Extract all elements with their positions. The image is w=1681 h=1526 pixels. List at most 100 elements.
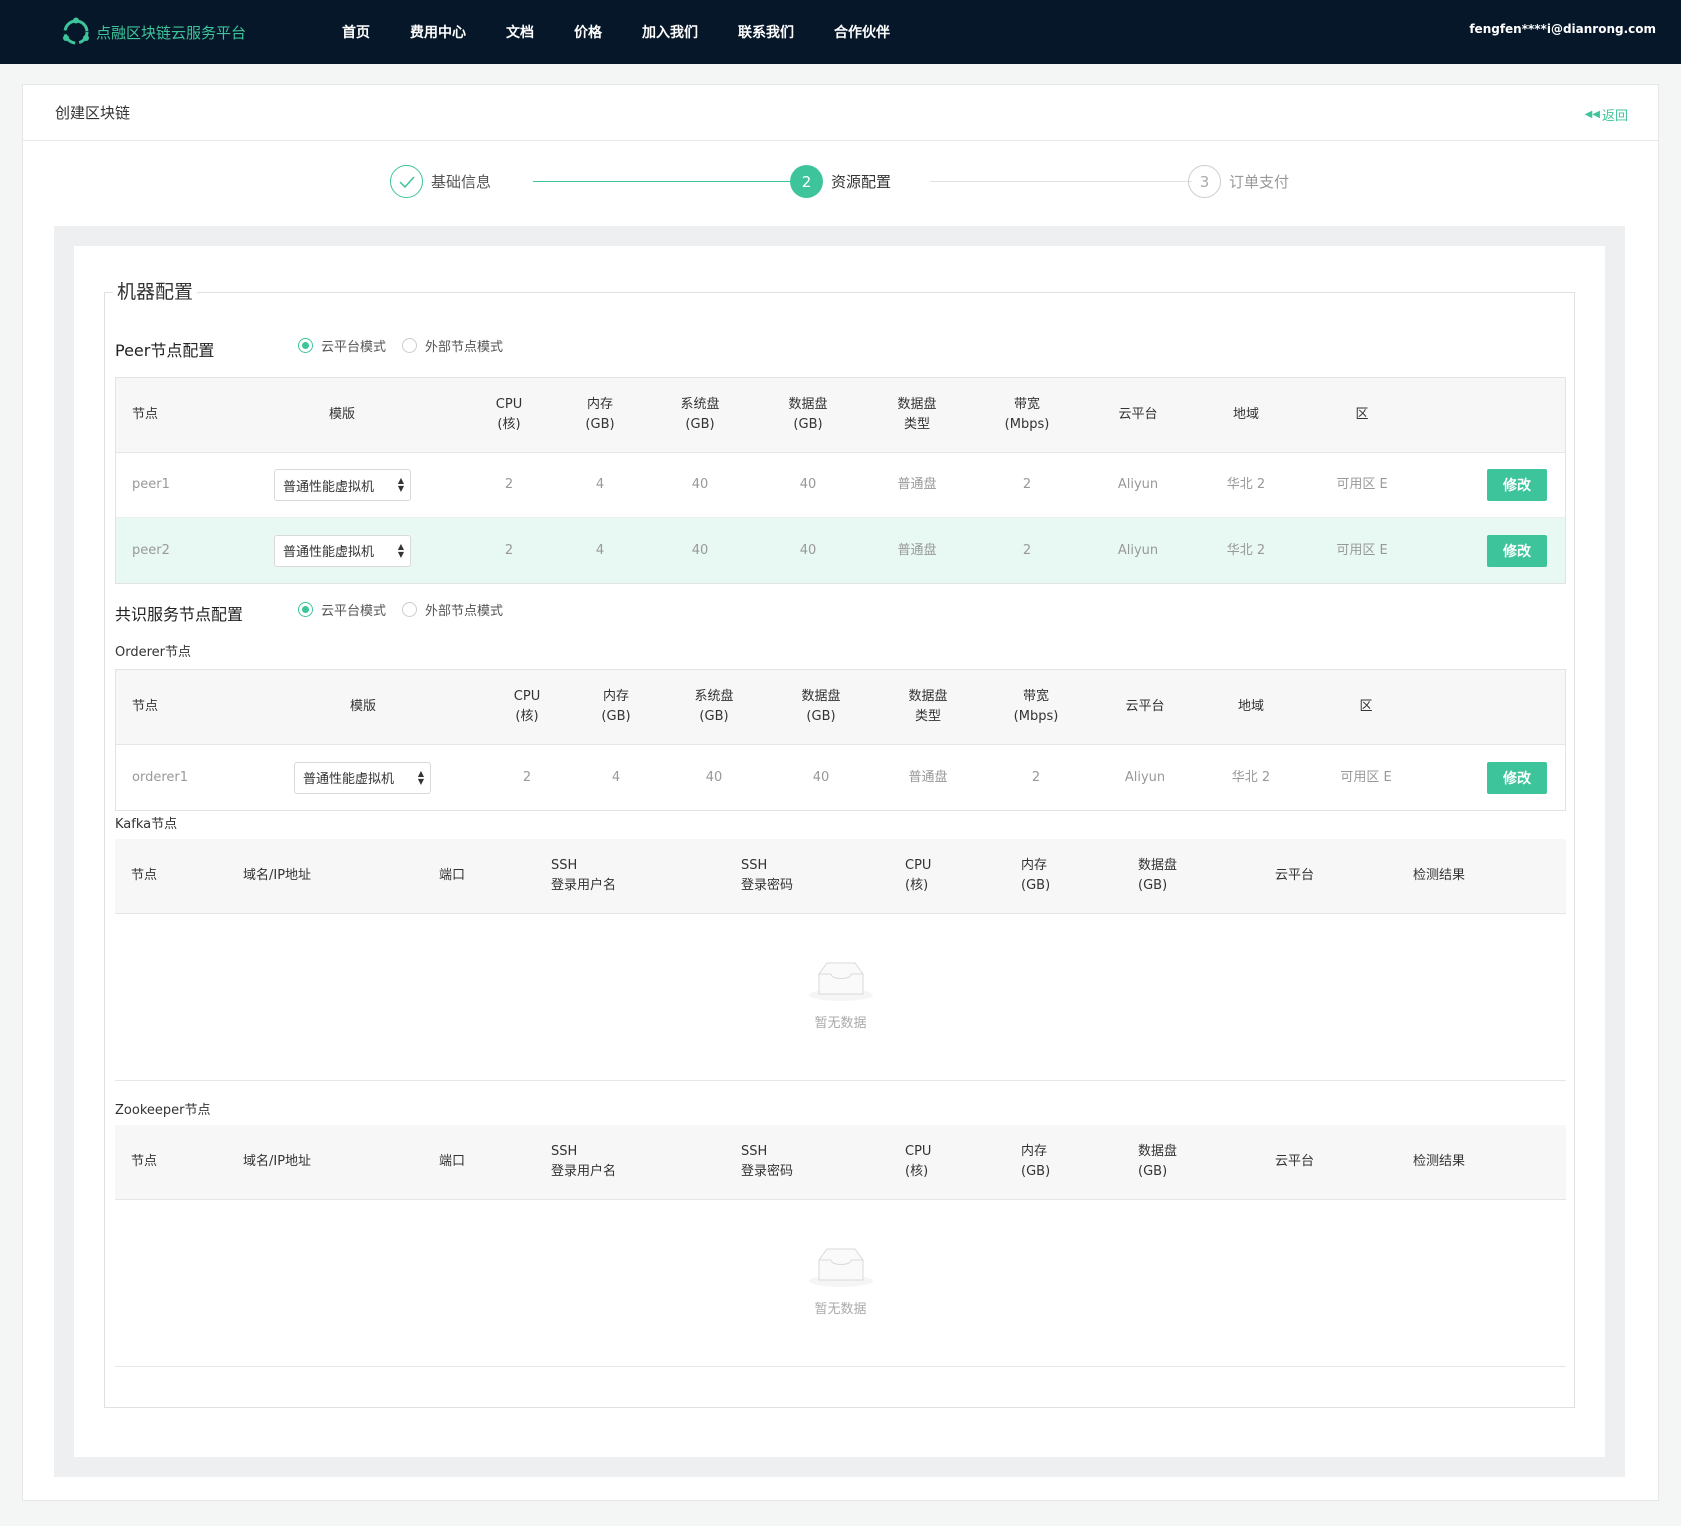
back-label: 返回 bbox=[1601, 109, 1628, 124]
empty-inbox-icon bbox=[808, 962, 873, 1001]
data-disk-value: 40 bbox=[799, 542, 817, 558]
user-account[interactable]: fengfen****i@dianrong.com bbox=[1469, 22, 1656, 36]
header-cell: 系统盘 (GB) bbox=[694, 689, 734, 724]
step-connector-pending bbox=[930, 181, 1192, 182]
table-row: orderer1 普通性能虚拟机 ▲ ▼ 2 4 40 40 普通盘 2 Aliy… bbox=[116, 745, 1565, 810]
edit-button[interactable]: 修改 bbox=[1487, 534, 1547, 567]
double-left-arrow-icon: ◀◀ bbox=[1584, 109, 1600, 120]
main-nav: 首页 费用中心 文档 价格 加入我们 联系我们 合作伙伴 bbox=[342, 0, 930, 64]
step-label: 资源配置 bbox=[831, 173, 892, 191]
step-label: 订单支付 bbox=[1229, 173, 1290, 191]
header-cell: 域名/IP地址 bbox=[243, 868, 312, 883]
header-cell: 数据盘 (GB) bbox=[1138, 858, 1178, 893]
disk-type-value: 普通盘 bbox=[897, 477, 937, 492]
select-value: 普通性能虚拟机 bbox=[283, 545, 375, 560]
header-cell: CPU (核) bbox=[905, 1144, 932, 1179]
table-row: peer2 普通性能虚拟机 ▲ ▼ 2 4 40 40 普通盘 2 Aliyun … bbox=[116, 518, 1565, 583]
radio-label-external: 外部节点模式 bbox=[425, 340, 504, 355]
edit-button[interactable]: 修改 bbox=[1487, 761, 1547, 794]
step-label: 基础信息 bbox=[431, 173, 492, 191]
card-header: 创建区块链 ◀◀ 返回 bbox=[23, 85, 1658, 141]
region-value: 华北 2 bbox=[1231, 769, 1271, 785]
data-disk-value: 40 bbox=[812, 769, 830, 785]
orderer-section-title: Orderer节点 bbox=[115, 645, 192, 660]
step-number: 2 bbox=[790, 165, 823, 198]
system-disk-value: 40 bbox=[691, 542, 709, 558]
step-basic-info: 基础信息 bbox=[390, 165, 491, 198]
kafka-section-title: Kafka节点 bbox=[115, 817, 178, 832]
peer-config-title: Peer节点配置 bbox=[115, 341, 215, 360]
empty-state: 暂无数据 bbox=[115, 1200, 1566, 1367]
radio-external-mode[interactable] bbox=[402, 338, 418, 353]
system-disk-value: 40 bbox=[705, 769, 723, 785]
brand-logo[interactable]: 点融区块链云服务平台 bbox=[60, 16, 246, 48]
nav-item-join-us[interactable]: 加入我们 bbox=[642, 22, 698, 42]
header-cell: 内存 (GB) bbox=[601, 689, 631, 724]
header-cell: CPU (核) bbox=[905, 858, 932, 893]
orderer-table: 节点 模版 CPU (核) 内存 (GB) 系统盘 (GB) 数据盘 (GB) … bbox=[115, 669, 1566, 811]
header-cell: 云平台 bbox=[1125, 699, 1165, 714]
header-cell: 节点 bbox=[132, 699, 159, 714]
peer-table: 节点 模版 CPU (核) 内存 (GB) 系统盘 (GB) 数据盘 (GB) … bbox=[115, 377, 1566, 584]
header-cell: 云平台 bbox=[1275, 1154, 1315, 1169]
header-cell: 数据盘 (GB) bbox=[1138, 1144, 1178, 1179]
consensus-config-title: 共识服务节点配置 bbox=[115, 605, 244, 624]
edit-button[interactable]: 修改 bbox=[1487, 469, 1547, 501]
header-cell: 内存 (GB) bbox=[1021, 1144, 1051, 1179]
zone-value: 可用区 E bbox=[1340, 769, 1392, 785]
select-arrows-icon: ▲ ▼ bbox=[397, 476, 404, 493]
table-row: peer1 普通性能虚拟机 ▲ ▼ 2 4 40 40 普通盘 2 Aliyun … bbox=[116, 453, 1565, 518]
nav-item-home[interactable]: 首页 bbox=[342, 22, 370, 42]
consensus-mode-radio-group: 云平台模式 外部节点模式 bbox=[298, 600, 519, 619]
radio-cloud-mode[interactable] bbox=[298, 338, 313, 353]
empty-text: 暂无数据 bbox=[814, 1016, 867, 1031]
nav-item-billing[interactable]: 费用中心 bbox=[410, 22, 466, 42]
nav-item-partners[interactable]: 合作伙伴 bbox=[834, 22, 890, 42]
radio-external-mode[interactable] bbox=[402, 602, 418, 617]
step-resource-config: 2 资源配置 bbox=[790, 165, 891, 198]
machine-config-legend: 机器配置 bbox=[113, 277, 198, 304]
header-cell: 检测结果 bbox=[1413, 868, 1466, 883]
back-link[interactable]: ◀◀ 返回 bbox=[1585, 105, 1628, 124]
header-cell: 模版 bbox=[328, 407, 356, 422]
header-cell: 地域 bbox=[1237, 699, 1265, 714]
header-cell: SSH 登录用户名 bbox=[551, 858, 617, 893]
nav-item-pricing[interactable]: 价格 bbox=[574, 22, 602, 42]
template-select[interactable]: 普通性能虚拟机 ▲ ▼ bbox=[294, 761, 431, 794]
radio-cloud-mode[interactable] bbox=[298, 602, 313, 617]
header-cell: 带宽 (Mbps) bbox=[1004, 397, 1050, 432]
peer-mode-radio-group: 云平台模式 外部节点模式 bbox=[298, 336, 519, 355]
template-select[interactable]: 普通性能虚拟机 ▲ ▼ bbox=[274, 534, 411, 567]
table-header: 节点 域名/IP地址 端口 SSH 登录用户名 SSH 登录密码 CPU (核)… bbox=[115, 1125, 1566, 1200]
header-cell: 数据盘 类型 bbox=[897, 397, 937, 432]
machine-config-fieldset: 机器配置 Peer节点配置 云平台模式 外部节点模式 节点 模版 CPU (核)… bbox=[104, 277, 1575, 1408]
header-cell: 数据盘 (GB) bbox=[788, 397, 828, 432]
header-cell: 检测结果 bbox=[1413, 1154, 1466, 1169]
header-cell: 内存 (GB) bbox=[1021, 858, 1051, 893]
empty-state: 暂无数据 bbox=[115, 914, 1566, 1081]
check-icon bbox=[390, 165, 423, 198]
template-select[interactable]: 普通性能虚拟机 ▲ ▼ bbox=[274, 469, 411, 501]
bandwidth-value: 2 bbox=[1031, 769, 1041, 785]
nav-item-docs[interactable]: 文档 bbox=[506, 22, 534, 42]
content-panel: 机器配置 Peer节点配置 云平台模式 外部节点模式 节点 模版 CPU (核)… bbox=[74, 246, 1605, 1457]
top-navbar: 点融区块链云服务平台 首页 费用中心 文档 价格 加入我们 联系我们 合作伙伴 … bbox=[0, 0, 1681, 64]
disk-type-value: 普通盘 bbox=[908, 769, 948, 785]
select-arrows-icon: ▲ ▼ bbox=[417, 768, 424, 786]
node-name: peer1 bbox=[132, 477, 170, 492]
zone-value: 可用区 E bbox=[1336, 542, 1388, 558]
header-cell: 地域 bbox=[1232, 407, 1260, 422]
header-cell: 云平台 bbox=[1275, 868, 1315, 883]
nav-item-contact[interactable]: 联系我们 bbox=[738, 22, 794, 42]
radio-label-cloud: 云平台模式 bbox=[321, 340, 387, 355]
header-cell: SSH 登录密码 bbox=[741, 858, 794, 893]
header-cell: 端口 bbox=[439, 1154, 466, 1169]
header-cell: SSH 登录密码 bbox=[741, 1144, 794, 1179]
region-value: 华北 2 bbox=[1226, 542, 1266, 558]
node-name: orderer1 bbox=[132, 769, 188, 785]
header-cell: 系统盘 (GB) bbox=[680, 397, 720, 432]
table-header: 节点 域名/IP地址 端口 SSH 登录用户名 SSH 登录密码 CPU (核)… bbox=[115, 839, 1566, 914]
header-cell: 区 bbox=[1359, 699, 1373, 714]
radio-label-external: 外部节点模式 bbox=[425, 604, 504, 619]
select-value: 普通性能虚拟机 bbox=[283, 479, 375, 495]
